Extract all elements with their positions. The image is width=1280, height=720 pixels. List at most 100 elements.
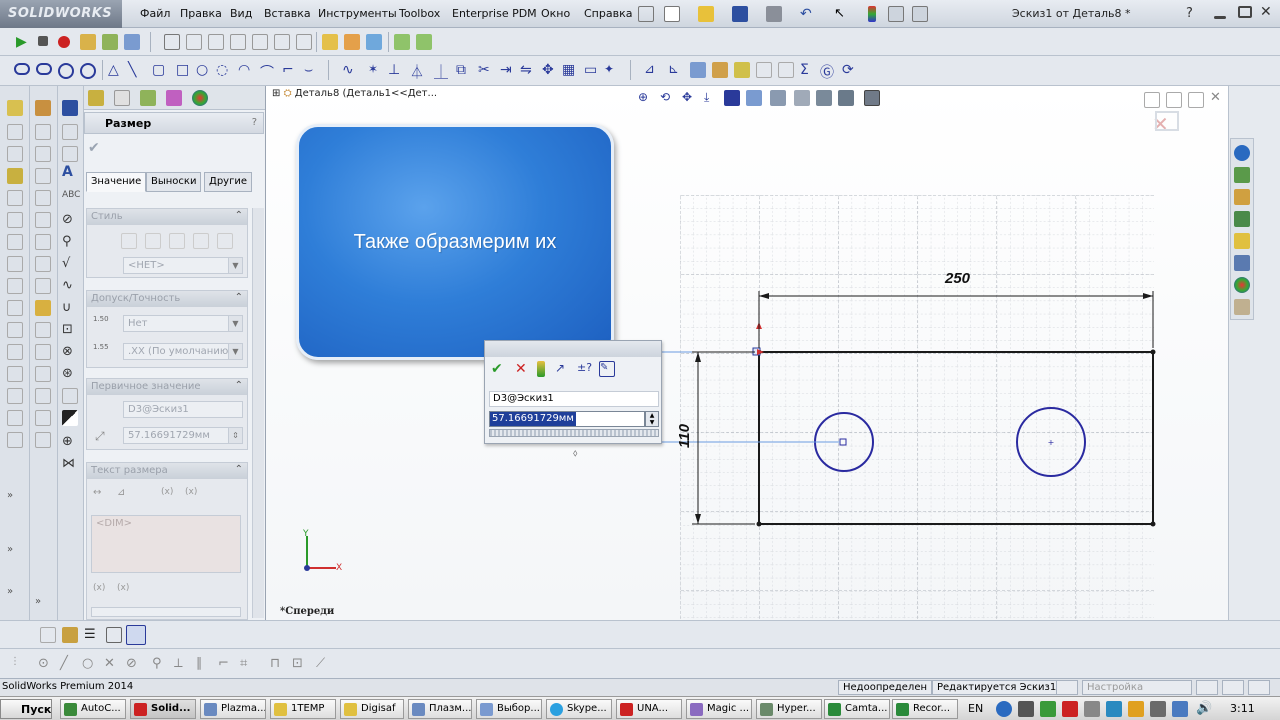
modify-dimension-value-input[interactable]: 57.16691729мм	[489, 411, 645, 427]
move-icon[interactable]: ✥	[542, 62, 558, 78]
document-recovery-icon[interactable]	[1234, 299, 1250, 315]
snap-nearest-icon[interactable]: ⟋	[316, 656, 332, 672]
edit-appearance-icon[interactable]	[794, 90, 810, 106]
menu-enterprise-pdm[interactable]: Enterprise PDM	[452, 7, 537, 20]
polygon-icon[interactable]: ⏃	[410, 62, 426, 81]
rebuild-icon[interactable]: Ⓖ	[820, 62, 836, 81]
square-icon[interactable]: □	[176, 62, 192, 78]
smart-dimension-toolbar-icon[interactable]	[344, 34, 360, 50]
view-2-icon[interactable]	[208, 34, 224, 50]
cancel-x-icon[interactable]: ✕	[515, 361, 531, 377]
pan-icon[interactable]: ✥	[682, 90, 698, 106]
view-settings-icon[interactable]	[838, 90, 854, 106]
precision-dropdown[interactable]: .XX (По умолчанию) ▼	[123, 343, 243, 360]
task-digisaf[interactable]: Digisaf	[340, 699, 404, 719]
options-icon[interactable]	[888, 6, 904, 22]
feature-16-icon[interactable]	[7, 432, 23, 448]
plane-icon[interactable]: ⏊	[434, 62, 450, 81]
area-hatch-icon[interactable]	[62, 410, 78, 426]
snap-grid-icon[interactable]: ⌗	[240, 656, 256, 672]
modify-dimension-name[interactable]: D3@Эскиз1	[489, 391, 659, 407]
repair-sketch-icon[interactable]	[712, 62, 728, 78]
value-spinner[interactable]: ▲ ▼	[645, 411, 659, 427]
record-macro-icon[interactable]	[58, 36, 70, 48]
task-1temp[interactable]: 1TEMP	[270, 699, 336, 719]
style-apply-icon[interactable]	[121, 233, 137, 249]
relations-icon[interactable]	[366, 34, 382, 50]
menu-help[interactable]: Справка	[584, 7, 632, 20]
smart-dimension-icon[interactable]: ⊿	[644, 62, 660, 78]
tool-e-icon[interactable]	[35, 190, 51, 206]
slot-icon[interactable]	[14, 63, 30, 75]
tab-value[interactable]: Значение	[86, 172, 147, 192]
tool-k-icon[interactable]	[35, 322, 51, 338]
menu-insert[interactable]: Вставка	[264, 7, 311, 20]
align-left-icon[interactable]: (x)	[93, 583, 109, 599]
style-save-icon[interactable]	[193, 233, 209, 249]
rect-vertex-br[interactable]	[1150, 521, 1156, 527]
feature-2-icon[interactable]	[7, 124, 23, 140]
expand-chevron-4-icon[interactable]: »	[35, 596, 51, 612]
loop-icon[interactable]	[58, 63, 74, 79]
design-library-icon[interactable]	[1234, 167, 1250, 183]
file-explorer-icon[interactable]	[1234, 189, 1250, 205]
pencil-icon[interactable]	[62, 124, 78, 140]
line-format-icon[interactable]: ☰	[84, 627, 100, 643]
section-view-icon[interactable]	[864, 90, 880, 106]
run-macro-icon[interactable]: ▶	[16, 34, 32, 50]
custom-properties-icon[interactable]	[1234, 277, 1250, 293]
zoom-fit-icon[interactable]: ⊕	[638, 90, 654, 106]
extend-icon[interactable]: ⇥	[500, 62, 516, 78]
parentheses-icon[interactable]: (x)	[161, 487, 177, 503]
offset-icon[interactable]: ⧉	[456, 62, 472, 78]
check-sketch-icon[interactable]	[756, 62, 772, 78]
help-icon[interactable]: ?	[1186, 6, 1202, 22]
block-icon[interactable]: ⊕	[62, 434, 78, 450]
geometric-tolerance-icon[interactable]: ∿	[62, 278, 78, 294]
task-recorder[interactable]: Recor...	[892, 699, 958, 719]
maximize-icon[interactable]	[1238, 6, 1252, 18]
task-solidworks[interactable]: Solid...	[130, 699, 196, 719]
snap-parallel-icon[interactable]: ∥	[196, 656, 212, 672]
layer-2-icon[interactable]	[416, 34, 432, 50]
grid-options-icon[interactable]	[912, 6, 928, 22]
table-icon[interactable]	[62, 388, 78, 404]
bottom-tool-1-icon[interactable]	[40, 627, 56, 643]
text-position-2-icon[interactable]: ⊿	[117, 487, 133, 503]
hole-callout-icon[interactable]: ⊡	[62, 322, 78, 338]
collapse-icon[interactable]: ⌃	[235, 210, 243, 221]
layer-properties-icon[interactable]	[106, 627, 122, 643]
trim-icon[interactable]: ✂	[478, 62, 494, 78]
snap-angle-icon[interactable]: ⊓	[270, 656, 286, 672]
close-document-icon[interactable]: ✕	[1210, 90, 1226, 106]
dimension-text-box[interactable]: <DIM>	[91, 515, 241, 573]
volume-icon[interactable]: 🔊	[1196, 701, 1212, 717]
tray-icon-9[interactable]	[1172, 701, 1188, 717]
task-camtasia[interactable]: Camta...	[824, 699, 890, 719]
mark-for-drawing-icon[interactable]: ±?	[577, 361, 593, 377]
modify-dialog-titlebar[interactable]	[485, 341, 661, 357]
stop-macro-icon[interactable]	[38, 36, 48, 46]
add-relation-icon[interactable]: ⊾	[668, 62, 684, 78]
arc-icon[interactable]: ◠	[238, 62, 254, 78]
layer-icon[interactable]	[394, 34, 410, 50]
spin-icon[interactable]: ⇕	[228, 428, 242, 443]
rect-vertex-tr[interactable]	[1150, 349, 1156, 355]
rebuild-status-icon[interactable]	[1056, 680, 1078, 695]
refresh-icon[interactable]: ⟳	[842, 62, 858, 78]
select-arrow-icon[interactable]: ↖	[834, 6, 850, 22]
picture-icon[interactable]: ▭	[584, 62, 600, 78]
rotate-icon[interactable]: ⤓	[704, 90, 720, 106]
tool-h-icon[interactable]	[35, 256, 51, 272]
confirm-corner-cancel-icon[interactable]: ✕	[1152, 112, 1169, 136]
tab-leaders[interactable]: Выноски	[146, 172, 202, 192]
surface-finish-icon[interactable]: ⚲	[62, 234, 78, 250]
tray-icon-6[interactable]	[1106, 701, 1122, 717]
tile-window-2-icon[interactable]	[1166, 92, 1182, 108]
close-icon[interactable]: ✕	[1260, 4, 1276, 20]
mirror-icon[interactable]: ⇋	[520, 62, 536, 78]
slot-2-icon[interactable]	[36, 63, 52, 75]
tolerance-type-dropdown[interactable]: Нет ▼	[123, 315, 243, 332]
restore-window-icon[interactable]	[1188, 92, 1204, 108]
undo-icon[interactable]: ↶	[800, 6, 816, 22]
